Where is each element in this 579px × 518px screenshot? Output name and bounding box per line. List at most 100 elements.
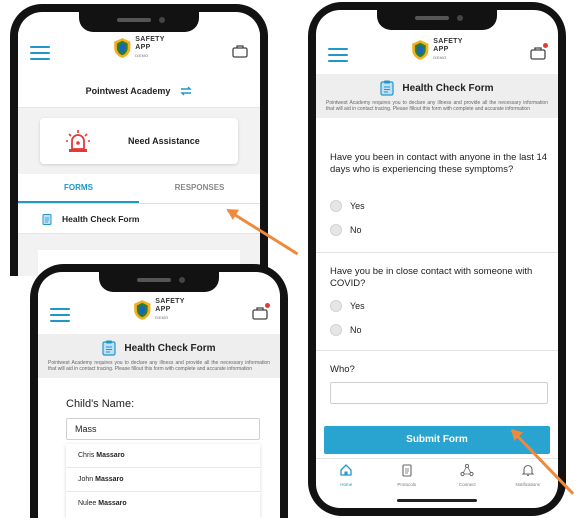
swap-icon [180, 86, 193, 95]
menu-icon[interactable] [30, 46, 50, 60]
tab-responses-label: RESPONSES [174, 183, 225, 192]
child-name-input[interactable]: Mass [66, 418, 260, 440]
tab-responses[interactable]: RESPONSES [139, 174, 260, 203]
home-indicator [397, 499, 477, 502]
app-logo: SAFETY APP DEMO [133, 298, 184, 322]
no-label: No [350, 325, 362, 335]
radio-button[interactable] [330, 324, 342, 336]
suggestion-last: Massaro [98, 500, 127, 507]
need-assistance-label: Need Assistance [128, 136, 200, 146]
app-bar: SAFETY APP DEMO [316, 34, 558, 74]
notch [79, 12, 199, 32]
alarm-siren-icon [66, 130, 90, 152]
who-input[interactable] [330, 382, 548, 404]
home-icon [340, 464, 352, 476]
school-selector[interactable]: Pointwest Academy [18, 74, 260, 108]
clipboard-icon [42, 213, 52, 225]
briefcase-icon[interactable] [232, 44, 248, 58]
tab-forms-label: FORMS [64, 183, 93, 192]
question-1: Have you been in contact with anyone in … [330, 152, 548, 175]
nav-home[interactable]: Home [316, 459, 377, 492]
q1-yes-option[interactable]: Yes [330, 200, 365, 212]
q2-no-option[interactable]: No [330, 324, 362, 336]
notification-dot [543, 43, 548, 48]
radio-button[interactable] [330, 224, 342, 236]
shield-logo-icon [134, 300, 151, 320]
form-header: Health Check Form Pointwest Academy requ… [38, 334, 280, 378]
school-name: Pointwest Academy [85, 85, 171, 96]
notch [99, 272, 219, 292]
suggestion-list: Chris Massaro John Massaro Nulee Massaro [66, 444, 260, 518]
radio-button[interactable] [330, 300, 342, 312]
need-assistance-button[interactable]: Need Assistance [40, 118, 238, 164]
nav-protocols[interactable]: Protocols [377, 459, 438, 492]
app-bar: SAFETY APP DEMO [18, 32, 260, 72]
shield-logo-icon [114, 38, 131, 58]
submit-label: Submit Form [406, 434, 468, 445]
logo-text-1: SAFETY [433, 38, 463, 45]
left-phone-screen: SAFETY APP DEMO Pointwest Academy Need Ass… [18, 12, 260, 276]
menu-icon[interactable] [328, 48, 348, 62]
divider [316, 350, 558, 351]
shield-logo-icon [412, 40, 429, 60]
app-logo: SAFETY APP DEMO [411, 38, 462, 62]
logo-text-3: DEMO [433, 55, 447, 60]
bottom-phone-screen: SAFETY APP DEMO Health Check Form Pointwes… [38, 272, 280, 518]
form-item-label: Health Check Form [62, 213, 140, 224]
briefcase-icon[interactable] [530, 43, 548, 60]
nav-home-label: Home [340, 482, 353, 487]
logo-text-2: APP [135, 44, 151, 51]
protocols-icon [402, 464, 412, 477]
question-2: Have you be in close contact with someon… [330, 266, 533, 289]
childs-name-label: Child's Name: [66, 398, 135, 410]
form-title: Health Check Form [402, 82, 494, 94]
logo-text-3: DEMO [155, 315, 169, 320]
clipboard-icon [380, 80, 395, 96]
right-phone: SAFETY APP DEMO Health Check Form Pointwes… [308, 2, 566, 516]
divider [316, 252, 558, 253]
yes-label: Yes [350, 301, 365, 311]
no-label: No [350, 225, 362, 235]
nav-notifications-label: Notifications [515, 482, 540, 487]
suggestion-last: Massaro [96, 452, 125, 459]
app-logo: SAFETY APP DEMO [113, 36, 164, 60]
form-description: Pointwest Academy requires you to declar… [326, 100, 548, 112]
suggestion-first: Nulee [78, 500, 97, 507]
radio-button[interactable] [330, 200, 342, 212]
q2-yes-option[interactable]: Yes [330, 300, 365, 312]
nav-connect[interactable]: Connect [437, 459, 498, 492]
clipboard-icon [102, 340, 117, 356]
form-list-item[interactable]: Health Check Form [18, 204, 260, 234]
suggestion-item[interactable]: Chris Massaro [66, 444, 260, 468]
suggestion-last: Massaro [95, 476, 124, 483]
left-phone: SAFETY APP DEMO Pointwest Academy Need Ass… [10, 4, 268, 276]
suggestion-first: Chris [78, 452, 95, 459]
who-label: Who? [330, 364, 355, 375]
nav-connect-label: Connect [458, 482, 476, 487]
bottom-phone: SAFETY APP DEMO Health Check Form Pointwes… [30, 264, 288, 518]
logo-text-2: APP [155, 306, 171, 313]
tab-bar: FORMS RESPONSES [18, 174, 260, 204]
form-title: Health Check Form [124, 342, 216, 354]
logo-text-3: DEMO [135, 53, 149, 58]
suggestion-item[interactable]: Nulee Massaro [66, 492, 260, 516]
q1-no-option[interactable]: No [330, 224, 362, 236]
notch [377, 10, 497, 30]
app-bar: SAFETY APP DEMO [38, 294, 280, 334]
nav-notifications[interactable]: Notifications [498, 459, 559, 492]
logo-text-1: SAFETY [135, 36, 165, 43]
connect-icon [460, 463, 474, 477]
nav-protocols-label: Protocols [397, 482, 417, 487]
suggestion-first: John [78, 476, 94, 483]
yes-label: Yes [350, 201, 365, 211]
tab-forms[interactable]: FORMS [18, 174, 139, 203]
logo-text-2: APP [433, 46, 449, 53]
briefcase-icon[interactable] [252, 303, 270, 320]
form-description: Pointwest Academy requires you to declar… [48, 360, 270, 372]
notification-dot [265, 303, 270, 308]
suggestion-item[interactable]: John Massaro [66, 468, 260, 492]
child-name-value: Mass [75, 424, 97, 434]
menu-icon[interactable] [50, 308, 70, 322]
assist-area: Need Assistance [18, 108, 260, 174]
logo-text-1: SAFETY [155, 298, 185, 305]
